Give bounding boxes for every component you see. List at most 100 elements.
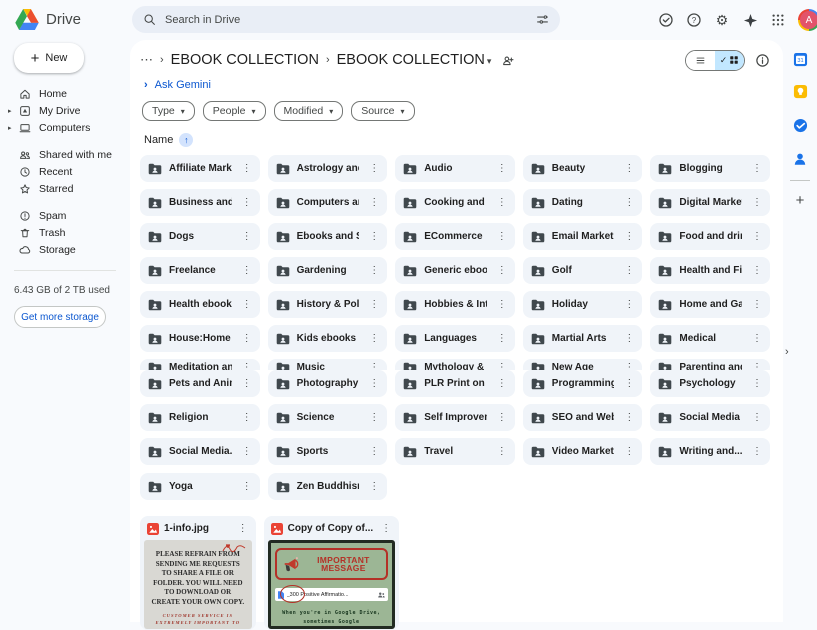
folder-tile[interactable]: Dogs ⋮ [140, 223, 260, 250]
search-filters-icon[interactable] [536, 13, 549, 26]
sidebar-item-shared-with-me[interactable]: Shared with me [0, 146, 130, 163]
more-options-icon[interactable]: ⋮ [749, 163, 765, 174]
more-options-icon[interactable]: ⋮ [494, 299, 510, 310]
more-options-icon[interactable]: ⋮ [366, 481, 382, 492]
more-options-icon[interactable]: ⋮ [494, 333, 510, 344]
sidebar-item-storage[interactable]: Storage [0, 241, 130, 258]
folder-tile[interactable]: Religion ⋮ [140, 404, 260, 431]
folder-tile[interactable]: Beauty ⋮ [523, 155, 643, 182]
keep-icon[interactable] [791, 82, 809, 100]
filter-chip-people[interactable]: People ▾ [203, 101, 266, 121]
folder-tile[interactable]: Digital Marketing ⋮ [650, 189, 770, 216]
more-options-icon[interactable]: ⋮ [239, 197, 255, 208]
more-options-icon[interactable]: ⋮ [366, 197, 382, 208]
more-options-icon[interactable]: ⋮ [621, 299, 637, 310]
sort-by-name[interactable]: Name [144, 134, 173, 146]
more-options-icon[interactable]: ⋮ [621, 362, 637, 370]
more-options-icon[interactable]: ⋮ [621, 265, 637, 276]
more-options-icon[interactable]: ⋮ [366, 446, 382, 457]
more-options-icon[interactable]: ⋮ [621, 231, 637, 242]
sidebar-item-trash[interactable]: Trash [0, 224, 130, 241]
folder-tile[interactable]: Cooking and Recipes ⋮ [395, 189, 515, 216]
more-options-icon[interactable]: ⋮ [239, 412, 255, 423]
search-bar[interactable] [132, 6, 560, 33]
more-options-icon[interactable]: ⋮ [239, 163, 255, 174]
get-more-storage-button[interactable]: Get more storage [14, 306, 106, 328]
more-options-icon[interactable]: ⋮ [239, 481, 255, 492]
folder-tile[interactable]: Kids ebooks ⋮ [268, 325, 388, 352]
file-card-copy-of-copy[interactable]: Copy of Copy of... ⋮ IMPORTANT MESSAGE _… [264, 516, 400, 630]
account-avatar[interactable]: A [798, 9, 817, 31]
folder-tile[interactable]: Psychology ⋮ [650, 370, 770, 397]
ask-gemini-row[interactable]: › Ask Gemini [144, 79, 770, 91]
folder-tile[interactable]: House:Home ⋮ [140, 325, 260, 352]
folder-tile[interactable]: New Age ⋮ [523, 359, 643, 370]
folder-tile[interactable]: Hobbies & Interests ⋮ [395, 291, 515, 318]
folder-tile[interactable]: Blogging ⋮ [650, 155, 770, 182]
more-options-icon[interactable]: ⋮ [749, 299, 765, 310]
folder-tile[interactable]: Food and drink ⋮ [650, 223, 770, 250]
folder-tile[interactable]: Martial Arts ⋮ [523, 325, 643, 352]
more-options-icon[interactable]: ⋮ [239, 362, 255, 370]
more-options-icon[interactable]: ⋮ [494, 412, 510, 423]
sidebar-item-spam[interactable]: Spam [0, 207, 130, 224]
grid-view-button[interactable]: ✓ [715, 51, 744, 70]
sidebar-item-starred[interactable]: Starred [0, 180, 130, 197]
folder-tile[interactable]: Medical ⋮ [650, 325, 770, 352]
folder-tile[interactable]: Health and Fitness 1 ⋮ [650, 257, 770, 284]
folder-tile[interactable]: Social Media... ⋮ [140, 438, 260, 465]
more-options-icon[interactable]: ⋮ [239, 378, 255, 389]
folder-tile[interactable]: Pets and Animals ⋮ [140, 370, 260, 397]
more-options-icon[interactable]: ⋮ [239, 231, 255, 242]
folder-tile[interactable]: Freelance ⋮ [140, 257, 260, 284]
more-options-icon[interactable]: ⋮ [366, 231, 382, 242]
more-options-icon[interactable]: ⋮ [366, 378, 382, 389]
more-options-icon[interactable]: ⋮ [235, 523, 251, 534]
more-options-icon[interactable]: ⋮ [494, 197, 510, 208]
more-options-icon[interactable]: ⋮ [494, 378, 510, 389]
folder-tile[interactable]: Programming ⋮ [523, 370, 643, 397]
folder-tile[interactable]: Generic ebooks ⋮ [395, 257, 515, 284]
breadcrumb-current[interactable]: EBOOK COLLECTION▾ [337, 52, 492, 68]
more-options-icon[interactable]: ⋮ [494, 231, 510, 242]
more-options-icon[interactable]: ⋮ [749, 378, 765, 389]
gemini-sparkle-icon[interactable] [742, 12, 758, 28]
calendar-icon[interactable]: 31 [791, 50, 809, 68]
folder-tile[interactable]: Science ⋮ [268, 404, 388, 431]
list-view-button[interactable] [686, 51, 715, 70]
more-options-icon[interactable]: ⋮ [621, 197, 637, 208]
folder-tile[interactable]: Social Media and... ⋮ [650, 404, 770, 431]
more-options-icon[interactable]: ⋮ [749, 362, 765, 370]
add-apps-icon[interactable]: + [796, 193, 805, 208]
folder-tile[interactable]: SEO and Web Traffic ⋮ [523, 404, 643, 431]
folder-tile[interactable]: Parenting and Family ⋮ [650, 359, 770, 370]
filter-chip-modified[interactable]: Modified ▾ [274, 101, 344, 121]
filter-chip-type[interactable]: Type ▾ [142, 101, 195, 121]
show-side-panel-chevron[interactable]: › [785, 346, 789, 358]
more-options-icon[interactable]: ⋮ [366, 265, 382, 276]
more-options-icon[interactable]: ⋮ [366, 333, 382, 344]
folder-tile[interactable]: Audio ⋮ [395, 155, 515, 182]
folder-tile[interactable]: Languages ⋮ [395, 325, 515, 352]
filter-chip-source[interactable]: Source ▾ [351, 101, 414, 121]
more-options-icon[interactable]: ⋮ [239, 299, 255, 310]
contacts-icon[interactable] [791, 150, 809, 168]
more-options-icon[interactable]: ⋮ [749, 333, 765, 344]
folder-tile[interactable]: Self Improvement... ⋮ [395, 404, 515, 431]
more-options-icon[interactable]: ⋮ [749, 446, 765, 457]
more-options-icon[interactable]: ⋮ [494, 446, 510, 457]
folder-tile[interactable]: Ebooks and Sales ⋮ [268, 223, 388, 250]
sidebar-item-my-drive[interactable]: ▸ My Drive [0, 102, 130, 119]
more-options-icon[interactable]: ⋮ [239, 446, 255, 457]
folder-tile[interactable]: Golf ⋮ [523, 257, 643, 284]
folder-tile[interactable]: ECommerce ⋮ [395, 223, 515, 250]
folder-tile[interactable]: PLR Print on Deman ⋮ [395, 370, 515, 397]
info-icon[interactable] [755, 53, 770, 68]
folder-tile[interactable]: Email Marketing ⋮ [523, 223, 643, 250]
more-options-icon[interactable]: ⋮ [239, 265, 255, 276]
folder-tile[interactable]: Home and Garden ⋮ [650, 291, 770, 318]
more-options-icon[interactable]: ⋮ [621, 378, 637, 389]
sort-ascending-icon[interactable]: ↑ [179, 133, 193, 147]
folder-tile[interactable]: Dating ⋮ [523, 189, 643, 216]
file-card-info-jpg[interactable]: 1-info.jpg ⋮ PLEASE REFRAIN FROM SENDING… [140, 516, 256, 630]
